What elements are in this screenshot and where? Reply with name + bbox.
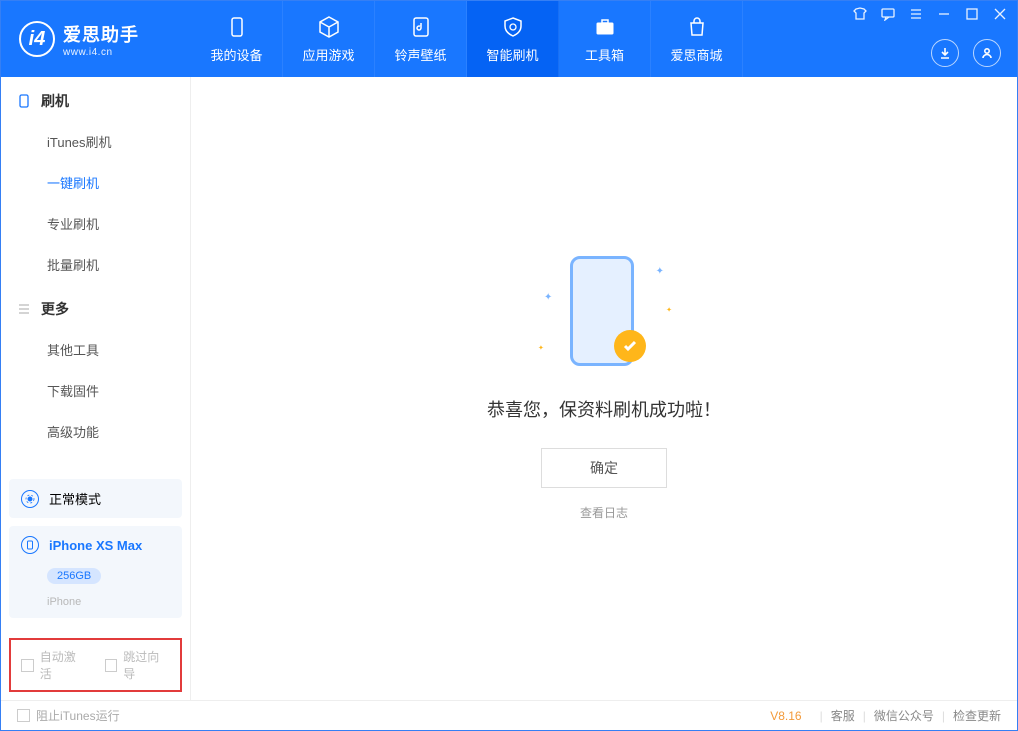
window-controls — [851, 5, 1009, 23]
main-tabs: 我的设备 应用游戏 铃声壁纸 智能刷机 工具箱 爱思商城 — [191, 1, 743, 77]
success-illustration: ✦✦✦✦ — [534, 256, 674, 376]
checkbox-icon — [105, 659, 118, 672]
flash-options-highlighted: 自动激活 跳过向导 — [9, 638, 182, 692]
sidebar-section-flash: 刷机 — [1, 77, 190, 121]
checkbox-icon — [21, 659, 34, 672]
sidebar-item-advanced[interactable]: 高级功能 — [1, 411, 190, 452]
logo-icon: i4 — [19, 21, 55, 57]
footer-link-support[interactable]: 客服 — [831, 707, 855, 724]
sidebar-item-batch-flash[interactable]: 批量刷机 — [1, 244, 190, 285]
app-name-cn: 爱思助手 — [63, 25, 139, 45]
tab-my-device[interactable]: 我的设备 — [191, 1, 283, 77]
header-actions — [931, 39, 1001, 67]
mode-card[interactable]: 正常模式 — [9, 479, 182, 518]
checkbox-icon — [17, 709, 30, 722]
storage-badge: 256GB — [47, 568, 101, 584]
tab-ringtone-wallpaper[interactable]: 铃声壁纸 — [375, 1, 467, 77]
download-button[interactable] — [931, 39, 959, 67]
footer-link-update[interactable]: 检查更新 — [953, 707, 1001, 724]
app-logo: i4 爱思助手 www.i4.cn — [1, 21, 191, 58]
device-name: iPhone XS Max — [49, 538, 142, 553]
sidebar-item-download-firmware[interactable]: 下载固件 — [1, 370, 190, 411]
ok-button[interactable]: 确定 — [541, 448, 667, 488]
checkbox-auto-activate[interactable]: 自动激活 — [21, 648, 87, 682]
cube-icon — [317, 15, 341, 39]
sidebar-section-more: 更多 — [1, 285, 190, 329]
success-message: 恭喜您，保资料刷机成功啦！ — [487, 396, 721, 422]
sidebar-item-other-tools[interactable]: 其他工具 — [1, 329, 190, 370]
sidebar-item-itunes-flash[interactable]: iTunes刷机 — [1, 121, 190, 162]
list-icon — [17, 302, 31, 316]
device-card[interactable]: iPhone XS Max 256GB iPhone — [9, 526, 182, 618]
view-log-link[interactable]: 查看日志 — [580, 504, 628, 521]
tab-store[interactable]: 爱思商城 — [651, 1, 743, 77]
status-bar: 阻止iTunes运行 V8.16 | 客服 | 微信公众号 | 检查更新 — [1, 700, 1017, 730]
user-button[interactable] — [973, 39, 1001, 67]
footer-link-wechat[interactable]: 微信公众号 — [874, 707, 934, 724]
feedback-icon[interactable] — [879, 5, 897, 23]
device-type: iPhone — [47, 596, 81, 608]
tab-smart-flash[interactable]: 智能刷机 — [467, 1, 559, 77]
app-header: i4 爱思助手 www.i4.cn 我的设备 应用游戏 铃声壁纸 智能刷机 工具… — [1, 1, 1017, 77]
shirt-icon[interactable] — [851, 5, 869, 23]
checkbox-block-itunes[interactable]: 阻止iTunes运行 — [17, 707, 120, 724]
mode-icon — [21, 490, 39, 508]
menu-icon[interactable] — [907, 5, 925, 23]
close-button[interactable] — [991, 5, 1009, 23]
tab-toolbox[interactable]: 工具箱 — [559, 1, 651, 77]
briefcase-icon — [593, 15, 617, 39]
mode-label: 正常模式 — [49, 489, 101, 508]
device-icon — [21, 536, 39, 554]
tab-apps-games[interactable]: 应用游戏 — [283, 1, 375, 77]
app-name-en: www.i4.cn — [63, 47, 139, 58]
sidebar-item-oneclick-flash[interactable]: 一键刷机 — [1, 162, 190, 203]
sidebar-item-pro-flash[interactable]: 专业刷机 — [1, 203, 190, 244]
device-icon — [225, 15, 249, 39]
sidebar: 刷机 iTunes刷机 一键刷机 专业刷机 批量刷机 更多 其他工具 下载固件 … — [1, 77, 191, 700]
phone-icon — [17, 94, 31, 108]
version-label: V8.16 — [770, 709, 801, 723]
check-icon — [614, 330, 646, 362]
checkbox-skip-guide[interactable]: 跳过向导 — [105, 648, 171, 682]
maximize-button[interactable] — [963, 5, 981, 23]
main-content: ✦✦✦✦ 恭喜您，保资料刷机成功啦！ 确定 查看日志 — [191, 77, 1017, 700]
refresh-shield-icon — [501, 15, 525, 39]
bag-icon — [685, 15, 709, 39]
minimize-button[interactable] — [935, 5, 953, 23]
music-icon — [409, 15, 433, 39]
